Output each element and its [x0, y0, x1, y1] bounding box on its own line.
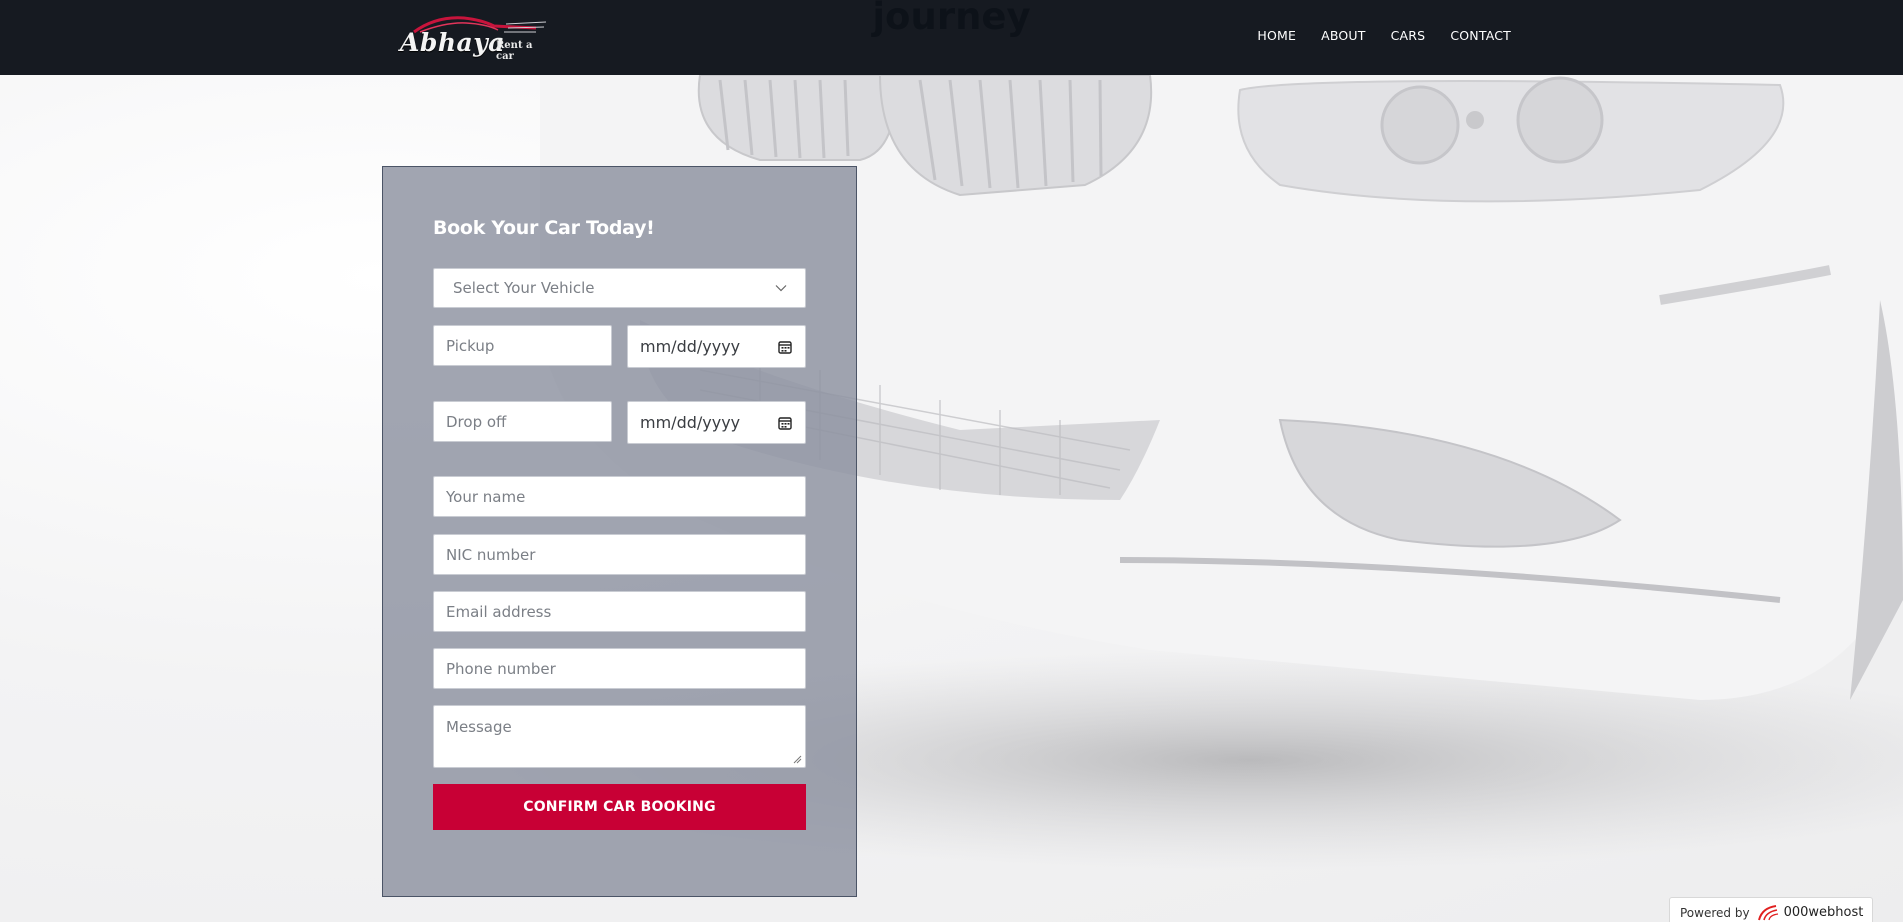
dropoff-field[interactable] — [433, 401, 612, 442]
powered-by-badge[interactable]: Powered by 000webhost — [1669, 897, 1873, 922]
phone-input[interactable] — [446, 659, 805, 678]
pickup-field[interactable] — [433, 325, 612, 366]
powered-by-label: Powered by — [1680, 905, 1750, 920]
calendar-icon[interactable] — [777, 339, 793, 355]
name-field[interactable] — [433, 476, 806, 517]
confirm-booking-button[interactable]: CONFIRM CAR BOOKING — [433, 784, 806, 830]
message-textarea[interactable] — [446, 706, 805, 766]
powered-by-brand-text: 000webhost — [1783, 905, 1864, 920]
message-field[interactable] — [433, 705, 806, 768]
hero-background — [0, 0, 1903, 922]
pickup-date-value: mm/dd/yyyy — [640, 337, 741, 356]
vehicle-select[interactable]: Select Your Vehicle — [433, 268, 806, 308]
nav-home[interactable]: HOME — [1257, 28, 1296, 43]
car-hero-image — [450, 74, 1903, 870]
email-input[interactable] — [446, 602, 805, 621]
logo-tagline: Rent a car — [496, 40, 533, 62]
dropoff-input[interactable] — [446, 412, 611, 431]
pickup-input[interactable] — [446, 336, 611, 355]
navbar: Abhaya Rent a car HOME ABOUT CARS CONTAC… — [0, 0, 1903, 75]
nav-contact[interactable]: CONTACT — [1450, 28, 1511, 43]
booking-title: Book Your Car Today! — [433, 217, 655, 239]
dropoff-date-value: mm/dd/yyyy — [640, 413, 741, 432]
nav-about[interactable]: ABOUT — [1321, 28, 1366, 43]
chevron-down-icon — [775, 285, 787, 292]
booking-form: Book Your Car Today! Select Your Vehicle… — [382, 166, 857, 897]
phone-field[interactable] — [433, 648, 806, 689]
site-logo[interactable]: Abhaya Rent a car — [386, 12, 551, 62]
calendar-icon[interactable] — [777, 415, 793, 431]
logo-text: Abhaya — [400, 28, 505, 57]
powered-by-brand: 000webhost — [1756, 904, 1864, 922]
nav-cars[interactable]: CARS — [1391, 28, 1426, 43]
dropoff-date-field[interactable]: mm/dd/yyyy — [627, 401, 806, 444]
resize-grip-icon[interactable] — [793, 755, 802, 764]
pickup-date-field[interactable]: mm/dd/yyyy — [627, 325, 806, 368]
main-nav: HOME ABOUT CARS CONTACT — [1232, 28, 1511, 43]
webhost-logo-icon — [1757, 904, 1778, 920]
nic-input[interactable] — [446, 545, 805, 564]
nic-field[interactable] — [433, 534, 806, 575]
email-field[interactable] — [433, 591, 806, 632]
vehicle-select-placeholder: Select Your Vehicle — [453, 279, 595, 297]
name-input[interactable] — [446, 487, 805, 506]
